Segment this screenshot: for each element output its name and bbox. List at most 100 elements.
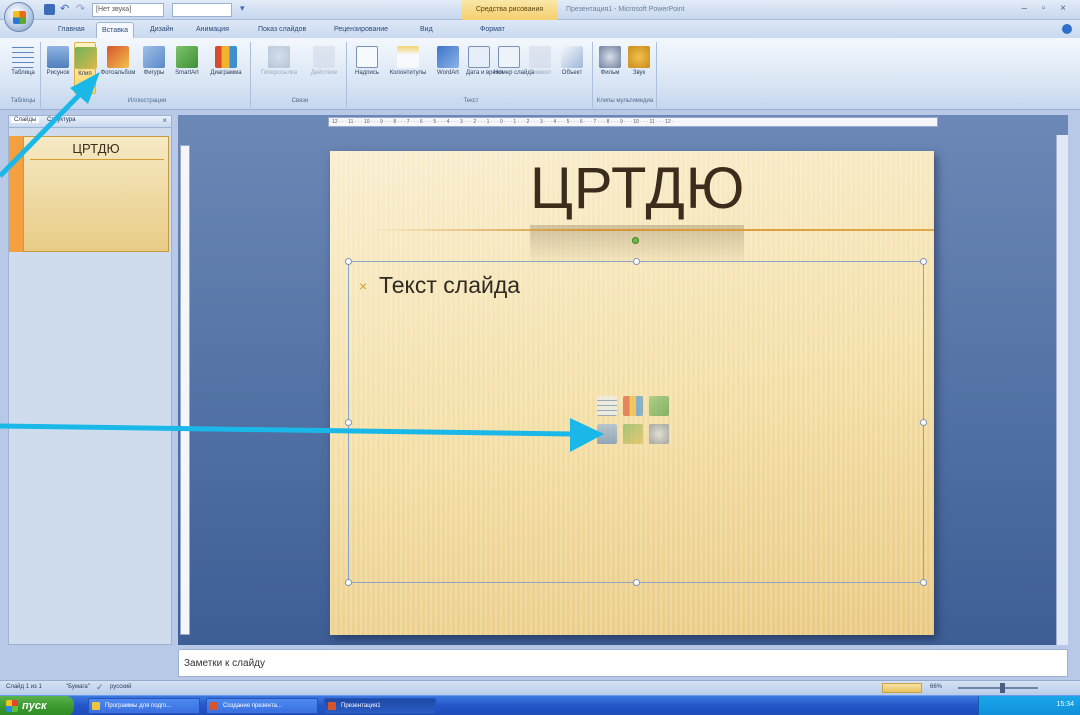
object-icon [561, 46, 583, 68]
office-button[interactable] [4, 2, 34, 32]
vertical-ruler[interactable] [180, 145, 190, 635]
symbol-button[interactable]: Символ [526, 42, 554, 94]
resize-handle[interactable] [920, 419, 927, 426]
slide-title[interactable]: ЦРТДЮ [330, 155, 934, 222]
picture-button[interactable]: Рисунок [44, 42, 72, 94]
insert-smartart-icon[interactable] [649, 396, 669, 416]
tab-review[interactable]: Рецензирование [334, 22, 388, 38]
table-button[interactable]: Таблица [8, 42, 38, 94]
thumbnail-divider [30, 159, 164, 160]
customize-qat-icon[interactable]: ▾ [240, 3, 245, 14]
slide-number-icon [498, 46, 520, 68]
insert-picture-icon[interactable] [597, 424, 617, 444]
quick-access-combo[interactable] [172, 3, 232, 17]
tab-insert[interactable]: Вставка [96, 22, 135, 38]
spellcheck-icon[interactable]: ✓ [96, 682, 104, 693]
taskbar-item[interactable]: Создание презента... [206, 698, 318, 714]
tab-slideshow[interactable]: Показ слайдов [258, 22, 306, 38]
resize-handle[interactable] [633, 579, 640, 586]
save-icon[interactable] [44, 4, 55, 15]
horizontal-ruler[interactable]: · 12 · · · 11 · · · 10 · · · 9 · · · 8 ·… [328, 117, 938, 127]
resize-handle[interactable] [345, 419, 352, 426]
clip-icon [75, 47, 97, 69]
taskbar-item-active[interactable]: Презентация1 [324, 698, 436, 714]
clip-button[interactable]: Клип [74, 42, 97, 94]
tab-format[interactable]: Формат [480, 22, 505, 38]
hyperlink-button[interactable]: Гиперссылка [254, 42, 304, 94]
insert-table-icon[interactable] [597, 396, 617, 416]
ribbon-tabs: Главная Вставка Дизайн Анимация Показ сл… [0, 20, 1080, 38]
tab-animation[interactable]: Анимация [196, 22, 229, 38]
slide[interactable]: ЦРТДЮ × Текст слайда [330, 151, 934, 635]
action-icon [313, 46, 335, 68]
smartart-button[interactable]: SmartArt [170, 42, 204, 94]
tab-home[interactable]: Главная [58, 22, 85, 38]
photoalbum-button[interactable]: Фотоальбом [98, 42, 138, 94]
start-button[interactable]: пуск [0, 696, 74, 715]
workspace: Слайды Структура × ЦРТДЮ · 12 · · · 11 ·… [0, 110, 1080, 680]
calendar-icon [468, 46, 490, 68]
rotate-handle[interactable] [632, 237, 639, 244]
content-placeholder[interactable]: × Текст слайда [345, 258, 927, 586]
resize-handle[interactable] [920, 579, 927, 586]
notes-pane[interactable]: Заметки к слайду [178, 649, 1068, 677]
resize-handle[interactable] [345, 258, 352, 265]
resize-handle[interactable] [633, 258, 640, 265]
sound-button[interactable]: Звук [626, 42, 652, 94]
taskbar: пуск Программы для подго... Создание пре… [0, 695, 1080, 715]
insert-chart-icon[interactable] [623, 396, 643, 416]
wordart-button[interactable]: WordArt [432, 42, 464, 94]
insert-media-icon[interactable] [649, 424, 669, 444]
datetime-button[interactable]: Дата и время [466, 42, 503, 94]
group-separator [346, 42, 347, 108]
content-insert-icons [597, 396, 675, 450]
view-buttons[interactable] [882, 683, 922, 693]
help-icon[interactable] [1062, 24, 1072, 34]
movie-button[interactable]: Фильм [596, 42, 624, 94]
window-title: Презентация1 - Microsoft PowerPoint [566, 6, 685, 13]
chart-button[interactable]: Диаграмма [206, 42, 246, 94]
system-tray: 15:34 [978, 696, 1080, 715]
object-button[interactable]: Объект [556, 42, 588, 94]
header-footer-button[interactable]: Колонтитулы [386, 42, 430, 94]
resize-handle[interactable] [920, 258, 927, 265]
folder-icon [92, 702, 100, 710]
slide-number-button[interactable]: Номер слайда [494, 42, 534, 94]
insert-clip-icon[interactable] [623, 424, 643, 444]
window-controls[interactable]: – ▫ × [1021, 3, 1072, 14]
undo-icon[interactable]: ↶ [60, 4, 71, 15]
hyperlink-icon [268, 46, 290, 68]
redo-icon[interactable]: ↷ [76, 4, 87, 15]
header-footer-icon [397, 46, 419, 68]
close-icon[interactable]: × [162, 116, 167, 125]
status-theme[interactable]: "Бумага" [66, 684, 90, 690]
slide-thumbnail[interactable]: ЦРТДЮ [23, 136, 169, 252]
clock[interactable]: 15:34 [1056, 701, 1074, 708]
zoom-slider[interactable] [958, 687, 1038, 689]
vertical-scrollbar[interactable] [1056, 135, 1068, 645]
ribbon: Таблица Таблицы Рисунок Клип Фотоальбом … [0, 38, 1080, 110]
tab-structure[interactable]: Структура [47, 117, 75, 123]
taskbar-item[interactable]: Программы для подго... [88, 698, 200, 714]
zoom-level[interactable]: 66% [930, 684, 942, 690]
sound-combo[interactable]: [Нет звука] [92, 3, 164, 17]
group-illustrations-label: Иллюстрации [127, 98, 167, 104]
status-language[interactable]: русский [110, 684, 132, 690]
thumbnail-title: ЦРТДЮ [72, 141, 120, 156]
tab-slides[interactable]: Слайды [11, 117, 40, 123]
tab-design[interactable]: Дизайн [150, 22, 174, 38]
status-slide-info: Слайд 1 из 1 [6, 684, 42, 690]
tab-view[interactable]: Вид [420, 22, 433, 38]
resize-handle[interactable] [345, 579, 352, 586]
zoom-slider-knob[interactable] [1000, 683, 1005, 693]
shapes-button[interactable]: Фигуры [140, 42, 168, 94]
group-text-label: Текст [463, 98, 479, 104]
table-icon [12, 46, 34, 68]
textbox-button[interactable]: Надпись [350, 42, 384, 94]
speaker-icon [628, 46, 650, 68]
group-tables-label: Таблицы [10, 98, 36, 104]
panel-tabs: Слайды Структура × [9, 116, 171, 128]
body-text[interactable]: Текст слайда [379, 272, 520, 299]
windows-logo-icon [6, 700, 18, 712]
action-button[interactable]: Действие [306, 42, 342, 94]
